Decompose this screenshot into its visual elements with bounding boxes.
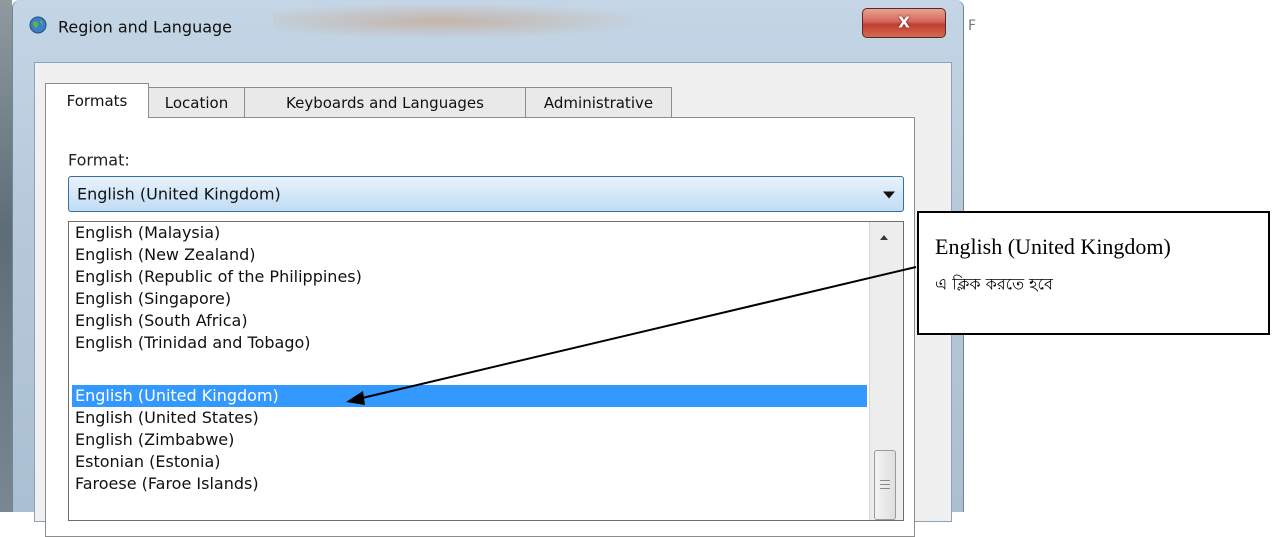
- tab-keyboards-and-languages[interactable]: Keyboards and Languages: [244, 87, 526, 117]
- format-option[interactable]: English (South Africa): [72, 310, 867, 332]
- scroll-thumb[interactable]: [874, 450, 896, 520]
- annotation-callout: English (United Kingdom) এ ক্লিক করতে হব…: [917, 211, 1270, 335]
- format-dropdown[interactable]: English (United Kingdom): [68, 176, 904, 212]
- callout-title: English (United Kingdom): [935, 234, 1171, 259]
- title-bar[interactable]: Region and Language X: [13, 0, 963, 42]
- format-selected-value: English (United Kingdom): [77, 184, 281, 204]
- format-option[interactable]: English (Republic of the Philippines): [72, 266, 867, 288]
- background-text-fragment: F: [968, 18, 977, 34]
- tab-location[interactable]: Location: [148, 87, 245, 117]
- grip-line: [880, 484, 890, 485]
- desktop-background: [0, 0, 12, 512]
- format-label: Format:: [68, 150, 130, 170]
- grip-line: [880, 480, 890, 481]
- tab-administrative-label: Administrative: [543, 93, 654, 112]
- grip-line: [880, 488, 890, 489]
- callout-instruction: এ ক্লিক করতে হবে: [935, 274, 1053, 294]
- globe-icon: [29, 16, 47, 34]
- tab-keyboards-label: Keyboards and Languages: [286, 93, 484, 112]
- window-title: Region and Language: [58, 17, 233, 37]
- format-option[interactable]: English (United States): [72, 407, 867, 429]
- format-option[interactable]: English (Singapore): [72, 288, 867, 310]
- format-option[interactable]: English (Malaysia): [72, 222, 867, 244]
- tab-formats-label: Formats: [66, 92, 128, 110]
- format-options-list[interactable]: English (Malaysia) English (New Zealand)…: [68, 221, 904, 521]
- format-option[interactable]: Estonian (Estonia): [72, 451, 867, 473]
- tab-formats[interactable]: Formats: [45, 83, 149, 118]
- format-option[interactable]: English (Trinidad and Tobago): [72, 332, 867, 354]
- close-icon: X: [898, 13, 910, 32]
- tab-administrative[interactable]: Administrative: [525, 87, 672, 117]
- scrollbar[interactable]: [869, 222, 903, 520]
- format-option[interactable]: English (New Zealand): [72, 244, 867, 266]
- format-option-selected[interactable]: English (United Kingdom): [72, 385, 867, 407]
- tab-location-label: Location: [164, 93, 229, 112]
- close-button[interactable]: X: [862, 8, 946, 38]
- scroll-up-icon[interactable]: [880, 235, 888, 240]
- chevron-down-icon[interactable]: [883, 191, 895, 199]
- format-option[interactable]: English (Zimbabwe): [72, 429, 867, 451]
- format-option[interactable]: Faroese (Faroe Islands): [72, 473, 867, 495]
